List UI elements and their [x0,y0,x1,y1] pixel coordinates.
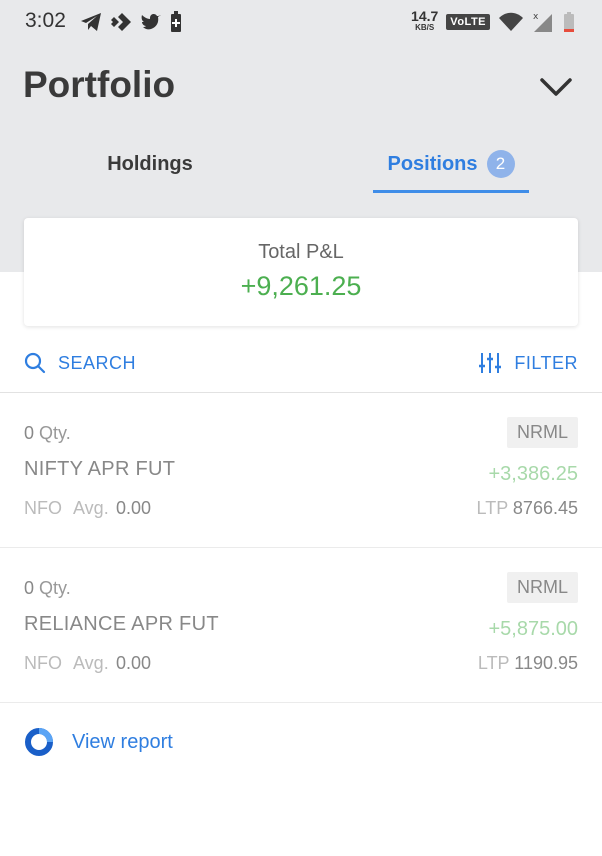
avg-value: 0.00 [116,653,152,673]
svg-text:x: x [533,12,539,22]
twitter-icon [141,14,161,30]
status-bar: 3:02 14.7 KB/S VoLTE x [0,0,602,44]
page-title: Portfolio [23,64,176,105]
tab-positions[interactable]: Positions 2 [373,136,529,192]
notification-icons [80,11,182,33]
search-label: SEARCH [58,352,137,373]
product-badge: NRML [506,417,578,448]
position-exchange: NFO [24,653,62,673]
product-badge: NRML [506,572,578,603]
position-ltp: LTP 1190.95 [477,653,578,673]
system-icons: 14.7 KB/S VoLTE x [411,8,576,36]
volte-icon: VoLTE [446,14,490,30]
view-report-link[interactable]: View report [24,726,173,758]
total-pnl-label: Total P&L [258,241,344,263]
telegram-icon [81,13,101,31]
total-pnl-value: +9,261.25 [240,271,362,301]
position-qty: 0 Qty. [24,578,71,598]
position-exchange: NFO [24,498,62,518]
position-pnl: +3,386.25 [488,463,578,485]
tab-holdings[interactable]: Holdings [90,136,210,192]
position-row[interactable]: 0 Qty. NRML RELIANCE APR FUT +5,875.00 N… [0,548,602,703]
search-icon [24,352,46,374]
tab-label: Holdings [107,152,193,175]
position-symbol: NIFTY APR FUT [24,458,176,480]
avg-label: Avg. [73,653,109,673]
wifi-icon [499,12,523,31]
feedly-icon [111,13,131,31]
signal-icon: x [533,12,552,32]
avg-label: Avg. [73,498,109,518]
battery-saver-icon [171,11,181,32]
search-filter-bar: SEARCH FILTER [0,340,602,393]
filter-button[interactable]: FILTER [478,350,578,376]
chevron-down-icon [540,78,572,96]
position-ltp: LTP 8766.45 [476,498,578,518]
filter-sliders-icon [479,353,502,373]
collapse-button[interactable] [536,74,576,102]
view-report-label: View report [72,730,173,753]
position-row[interactable]: 0 Qty. NRML NIFTY APR FUT +3,386.25 NFO … [0,393,602,548]
battery-icon [564,12,574,32]
tab-label: Positions [387,152,478,175]
report-ring-icon [25,728,53,756]
status-time: 3:02 [25,9,66,32]
active-tab-indicator [373,190,529,193]
search-button[interactable]: SEARCH [24,350,136,376]
filter-label: FILTER [514,352,578,373]
total-pnl-card: Total P&L +9,261.25 [24,218,578,326]
avg-value: 0.00 [116,498,152,518]
positions-count-badge: 2 [486,150,515,178]
position-qty: 0 Qty. [24,423,71,443]
position-pnl: +5,875.00 [488,618,578,640]
position-symbol: RELIANCE APR FUT [24,613,219,635]
network-speed: 14.7 KB/S [411,8,439,32]
